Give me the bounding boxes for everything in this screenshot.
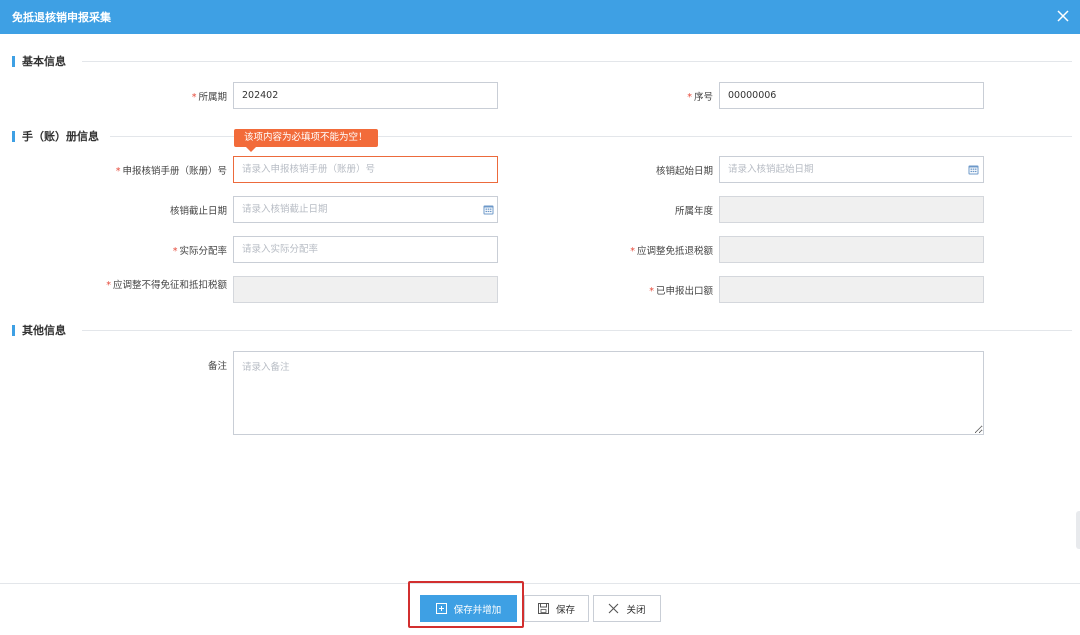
section-divider bbox=[82, 330, 1072, 331]
manual-no-input[interactable] bbox=[233, 156, 498, 183]
close-icon bbox=[609, 603, 619, 614]
declared-export-input bbox=[719, 276, 984, 303]
save-and-add-button[interactable]: 保存并增加 bbox=[420, 595, 517, 622]
close-icon[interactable] bbox=[1056, 9, 1070, 23]
period-label: * 所属期 bbox=[191, 92, 227, 103]
required-error-tooltip: 该项内容为必填项不能为空！ bbox=[234, 129, 378, 152]
save-and-add-label: 保存并增加 bbox=[453, 604, 502, 616]
section-title: 手（账）册信息 bbox=[22, 130, 99, 143]
seq-input[interactable] bbox=[719, 82, 984, 109]
declared-export-label: * 已申报出口额 bbox=[649, 286, 713, 297]
seq-label: * 序号 bbox=[687, 92, 713, 103]
adj-nocredit-input bbox=[233, 276, 498, 303]
close-button[interactable]: 关闭 bbox=[593, 595, 661, 622]
period-input[interactable] bbox=[233, 82, 498, 109]
start-date-input[interactable] bbox=[719, 156, 984, 183]
remark-label: 备注 bbox=[207, 361, 227, 372]
adj-nocredit-label: * 应调整不得免征和抵扣税额 bbox=[106, 280, 227, 291]
section-marker bbox=[12, 324, 15, 336]
rate-label: * 实际分配率 bbox=[172, 246, 227, 257]
adj-refund-input bbox=[719, 236, 984, 263]
save-button[interactable]: 保存 bbox=[524, 595, 589, 622]
section-marker bbox=[12, 55, 15, 67]
dialog-title: 免抵退核销申报采集 bbox=[12, 11, 111, 24]
close-label: 关闭 bbox=[626, 604, 646, 616]
save-icon bbox=[537, 603, 549, 614]
save-label: 保存 bbox=[555, 604, 575, 616]
calendar-icon[interactable] bbox=[483, 204, 494, 215]
add-icon bbox=[435, 603, 447, 614]
section-basic-info: 基本信息 bbox=[12, 54, 66, 68]
end-date-input[interactable] bbox=[233, 196, 498, 223]
section-marker bbox=[12, 130, 15, 142]
start-date-label: 核销起始日期 bbox=[655, 166, 713, 177]
section-title: 基本信息 bbox=[22, 55, 66, 68]
footer-divider bbox=[0, 583, 1080, 584]
adj-refund-label: * 应调整免抵退税额 bbox=[630, 246, 713, 257]
year-label: 所属年度 bbox=[674, 206, 713, 217]
end-date-label: 核销截止日期 bbox=[169, 206, 227, 217]
remark-textarea[interactable] bbox=[233, 351, 984, 435]
dialog-titlebar: 免抵退核销申报采集 bbox=[0, 0, 1080, 34]
section-title: 其他信息 bbox=[22, 324, 66, 337]
side-scroll-tab[interactable] bbox=[1076, 511, 1080, 549]
section-manual-info: 手（账）册信息 bbox=[12, 129, 99, 143]
calendar-icon[interactable] bbox=[968, 164, 979, 175]
manual-no-label: * 申报核销手册（账册）号 bbox=[115, 166, 227, 177]
section-divider bbox=[82, 61, 1072, 62]
section-other-info: 其他信息 bbox=[12, 323, 66, 337]
year-input bbox=[719, 196, 984, 223]
rate-input[interactable] bbox=[233, 236, 498, 263]
